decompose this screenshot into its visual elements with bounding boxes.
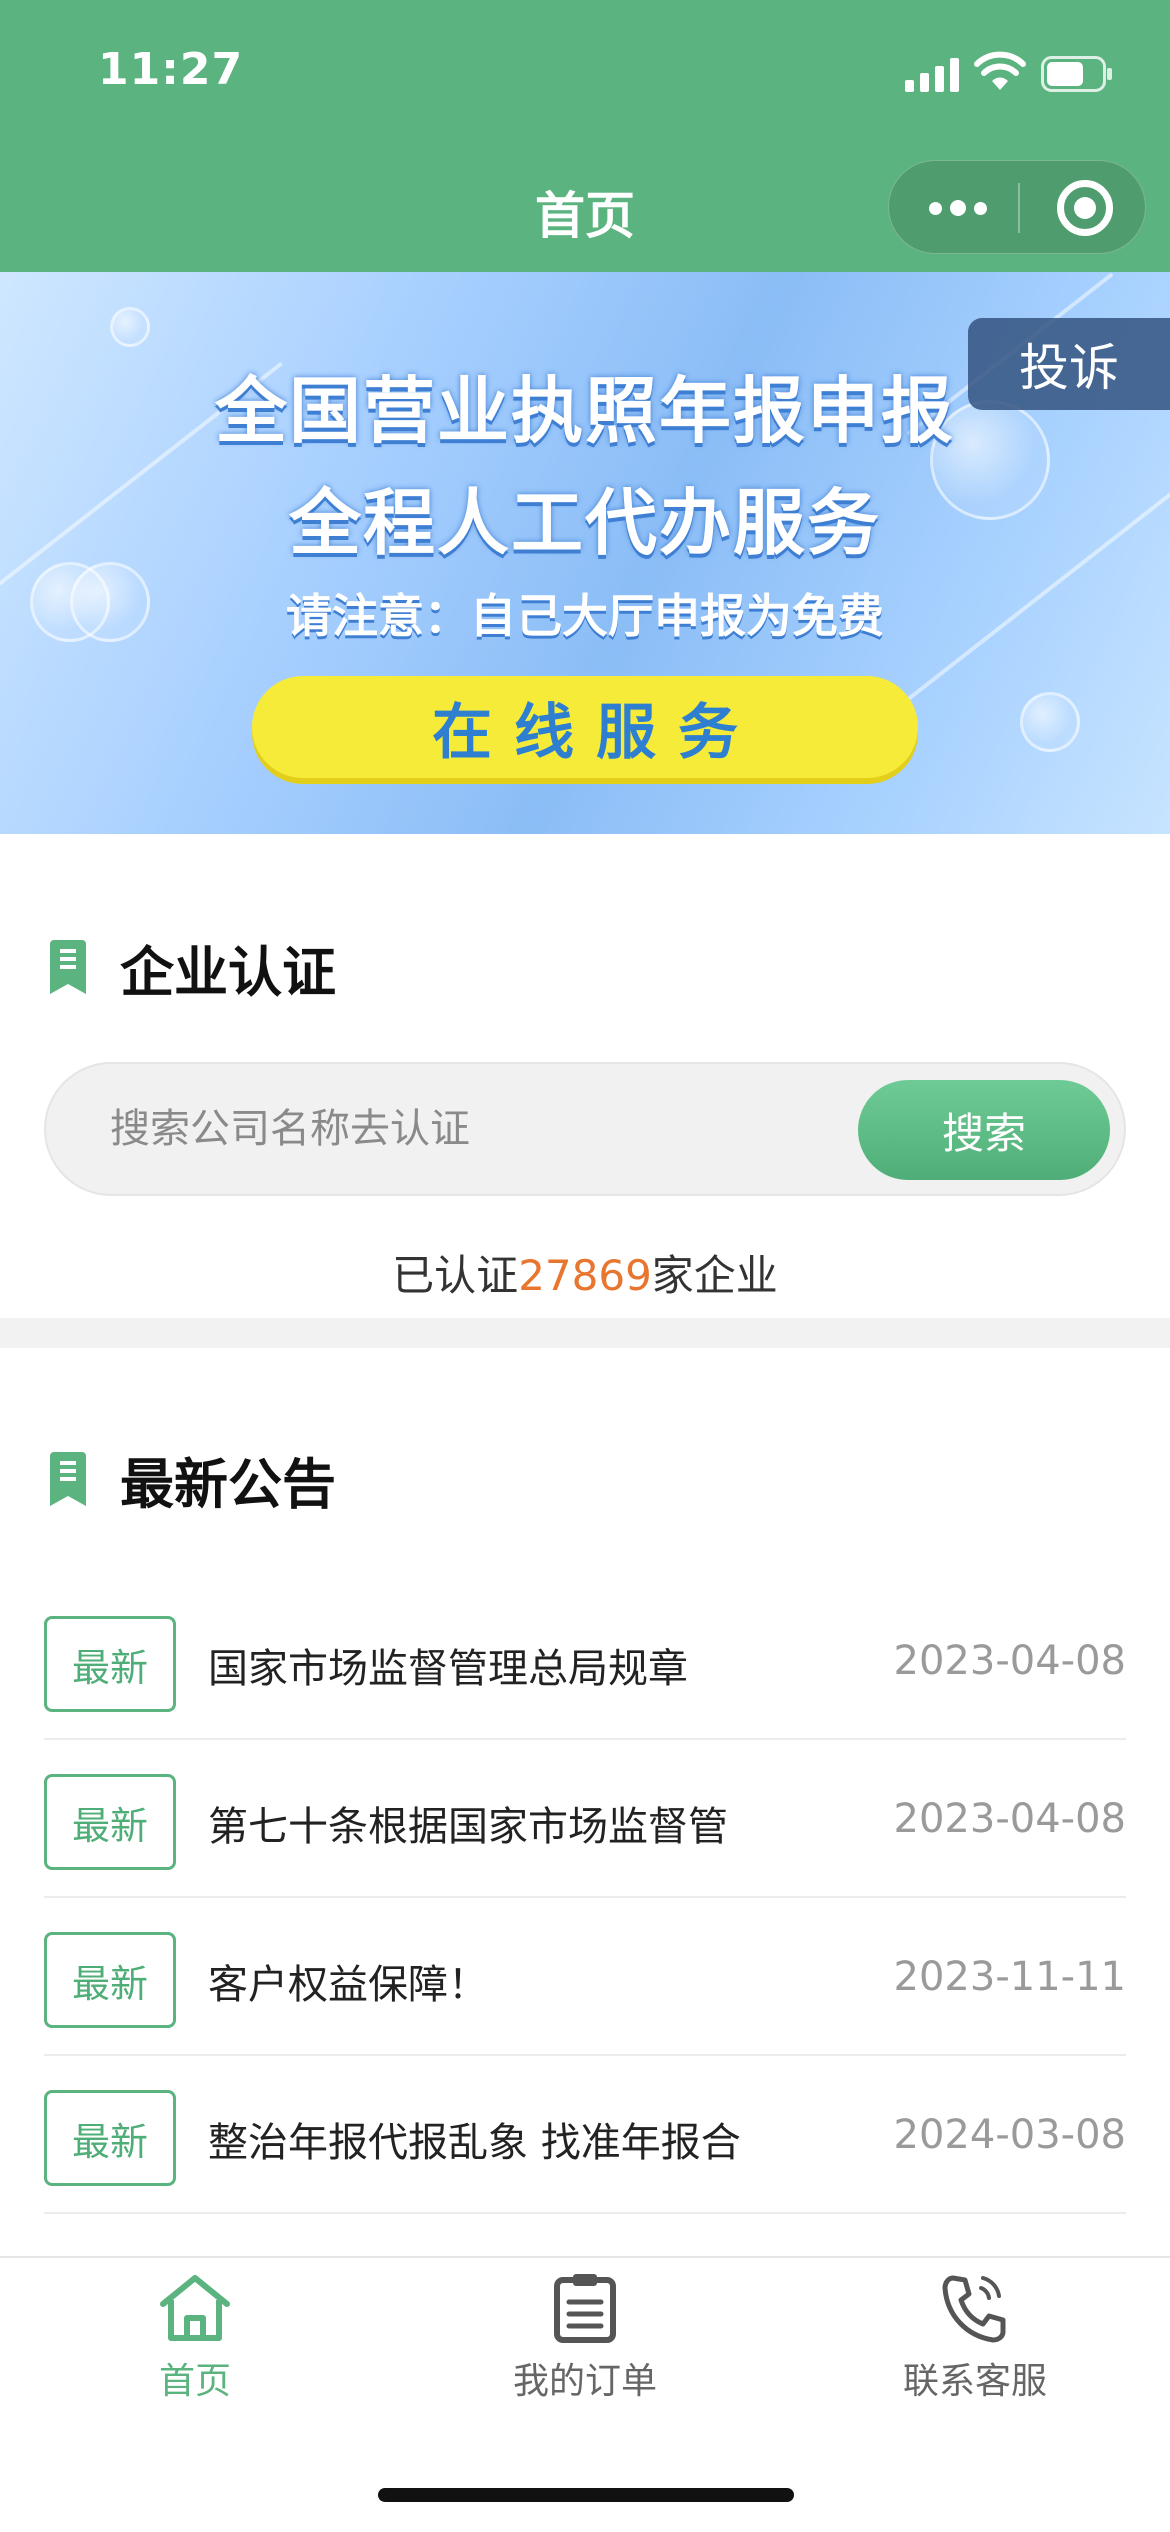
verified-count: 27869 [518,1251,652,1300]
news-item[interactable]: 最新 客户权益保障！ 2023-11-11 [44,1898,1126,2056]
news-title: 第七十条根据国家市场监督管 [208,1804,728,1850]
search-bar: 搜索 [44,1062,1126,1196]
app-header: 11:27 首页 [0,0,1170,272]
wifi-icon [974,51,1026,90]
clipboard-icon [554,2274,616,2343]
new-badge: 最新 [44,1932,176,2028]
verified-count-text: 已认证27869家企业 [0,1242,1170,1303]
bookmark-icon [50,1452,86,1506]
new-badge: 最新 [44,2090,176,2186]
bookmark-icon [50,940,86,994]
capsule-divider [1018,183,1020,233]
section-title-enterprise: 企业认证 [120,941,336,1004]
news-item[interactable]: 最新 整治年报代报乱象 找准年报合 2024-03-08 [44,2056,1126,2214]
banner-notice: 请注意：自己大厅申报为免费 [286,589,884,643]
decor-bubble [110,307,150,347]
section-title-news: 最新公告 [120,1453,336,1516]
home-icon [160,2275,230,2341]
verified-suffix: 家企业 [651,1251,778,1300]
tab-customer-service[interactable]: 联系客服 [825,2272,1125,2422]
mini-program-capsule [888,160,1146,254]
battery-icon [1041,56,1112,92]
news-item[interactable]: 最新 国家市场监督管理总局规章 2023-04-08 [44,1582,1126,1740]
news-date: 2023-04-08 [893,1796,1126,1842]
close-target-icon[interactable] [1057,180,1113,236]
news-title: 国家市场监督管理总局规章 [208,1646,688,1692]
tab-home-label: 首页 [158,2361,231,2402]
news-date: 2024-03-08 [893,2112,1126,2158]
new-badge: 最新 [44,1616,176,1712]
tab-customer-service-label: 联系客服 [902,2361,1047,2402]
news-title: 整治年报代报乱象 找准年报合 [208,2120,741,2166]
home-indicator[interactable] [378,2488,794,2502]
new-badge: 最新 [44,1774,176,1870]
online-service-button[interactable]: 在线服务 [252,676,918,778]
tab-home[interactable]: 首页 [45,2272,345,2422]
banner-subheadline: 全程人工代办服务 [288,481,881,565]
phone-icon [942,2275,1006,2343]
news-date: 2023-11-11 [893,1954,1126,2000]
status-time: 11:27 [98,44,244,95]
cellular-signal-icon [905,58,959,92]
verified-prefix: 已认证 [392,1251,519,1300]
news-date: 2023-04-08 [893,1638,1126,1684]
news-item[interactable]: 最新 第七十条根据国家市场监督管 2023-04-08 [44,1740,1126,1898]
section-divider [0,1318,1170,1348]
search-button[interactable]: 搜索 [858,1080,1110,1180]
tab-orders-label: 我的订单 [512,2361,657,2402]
more-icon[interactable] [923,191,993,225]
news-title: 客户权益保障！ [208,1962,488,2008]
tab-orders[interactable]: 我的订单 [435,2272,735,2422]
decor-bubble [1020,692,1080,752]
company-search-input[interactable] [110,1064,810,1194]
complaint-button[interactable]: 投诉 [968,318,1170,410]
